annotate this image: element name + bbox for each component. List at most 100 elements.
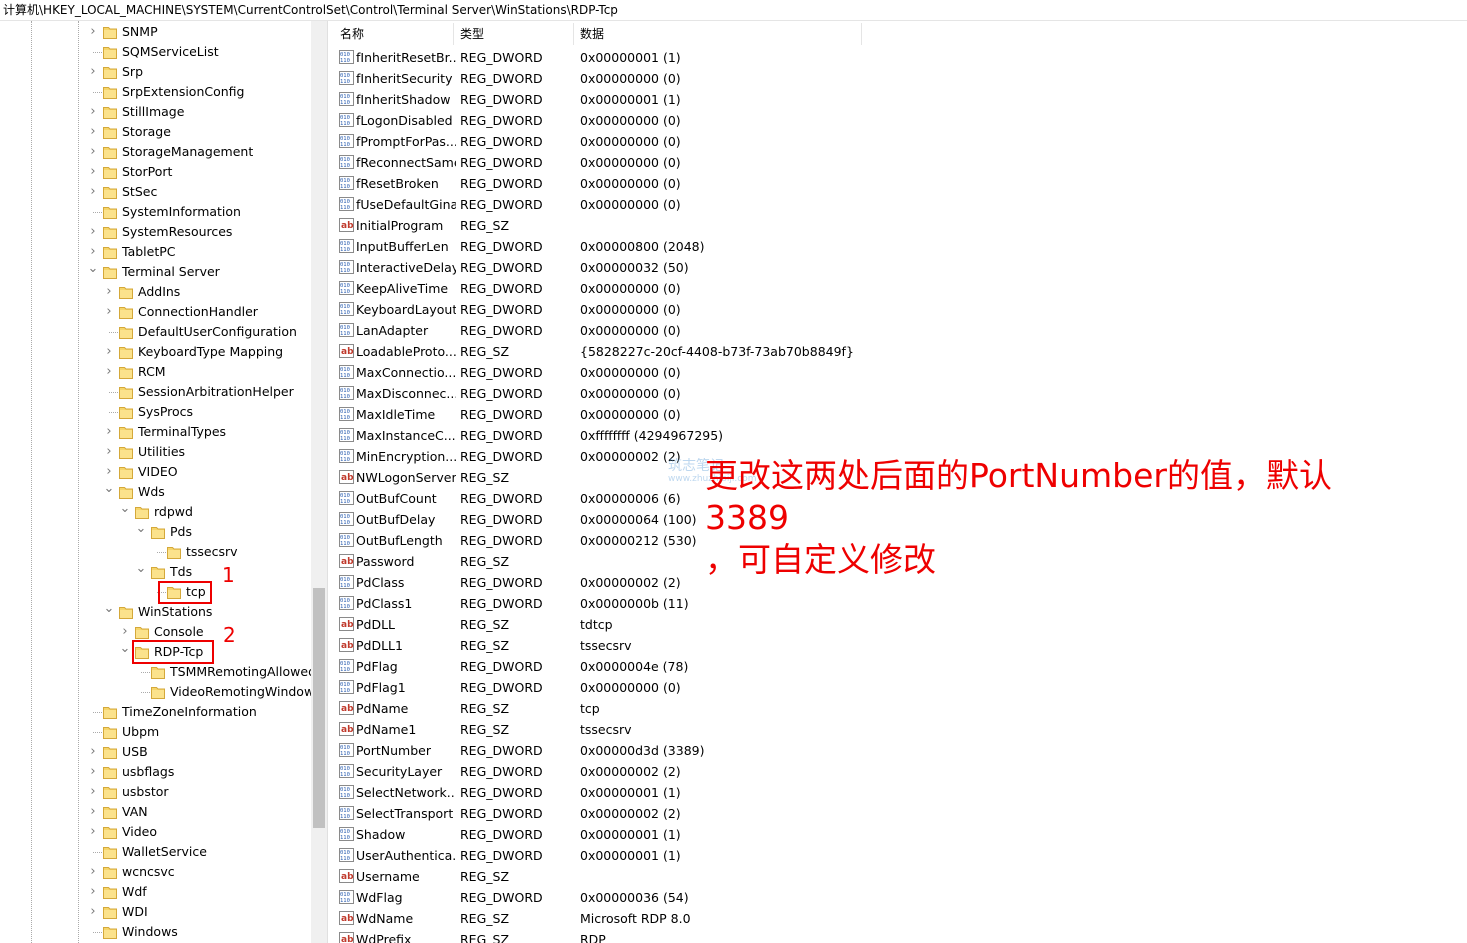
column-separator[interactable] — [453, 23, 454, 45]
tree-node[interactable]: › StorageManagement — [0, 142, 311, 162]
chevron-right-icon[interactable]: › — [103, 442, 115, 462]
value-row[interactable]: ab PdName1 REG_SZ tssecsrv — [333, 719, 1033, 740]
value-row[interactable]: 010 110 PdFlag1 REG_DWORD 0x00000000 (0) — [333, 677, 1033, 698]
chevron-right-icon[interactable]: › — [87, 62, 99, 82]
value-row[interactable]: 010 110 KeyboardLayout REG_DWORD 0x00000000 … — [333, 299, 1033, 320]
chevron-down-icon[interactable]: ⌄ — [135, 562, 147, 582]
tree-node[interactable]: TimeZoneInformation — [0, 702, 311, 722]
value-row[interactable]: 010 110 PdClass1 REG_DWORD 0x0000000b (11) — [333, 593, 1033, 614]
tree-node[interactable]: › KeyboardType Mapping — [0, 342, 311, 362]
tree-node[interactable]: › TerminalTypes — [0, 422, 311, 442]
value-row[interactable]: 010 110 SelectTransport REG_DWORD 0x00000002… — [333, 803, 1033, 824]
tree-node[interactable]: › Video — [0, 822, 311, 842]
column-header-type[interactable]: 类型 — [460, 23, 484, 45]
tree-node[interactable]: › Console — [0, 622, 311, 642]
tree-node[interactable]: SysProcs — [0, 402, 311, 422]
chevron-down-icon[interactable]: ⌄ — [119, 642, 131, 662]
tree-node[interactable]: tcp — [0, 582, 311, 602]
tree-node[interactable]: SessionArbitrationHelper — [0, 382, 311, 402]
tree-node[interactable]: VideoRemotingWindowI — [0, 682, 318, 702]
chevron-right-icon[interactable]: › — [87, 822, 99, 842]
tree-node[interactable]: › TabletPC — [0, 242, 311, 262]
tree-node[interactable]: › RCM — [0, 362, 311, 382]
column-separator[interactable] — [861, 23, 862, 45]
chevron-right-icon[interactable]: › — [87, 762, 99, 782]
tree-node[interactable]: › Wdf — [0, 882, 311, 902]
chevron-right-icon[interactable]: › — [103, 462, 115, 482]
tree-node[interactable]: › StSec — [0, 182, 311, 202]
tree-node[interactable]: Ubpm — [0, 722, 311, 742]
value-row[interactable]: 010 110 SelectNetwork... REG_DWORD 0x0000000… — [333, 782, 1033, 803]
tree-node[interactable]: ⌄ rdpwd — [0, 502, 311, 522]
chevron-right-icon[interactable]: › — [103, 422, 115, 442]
value-row[interactable]: ab PdName REG_SZ tcp — [333, 698, 1033, 719]
value-row[interactable]: 010 110 fPromptForPas... REG_DWORD 0x0000000… — [333, 131, 1033, 152]
chevron-right-icon[interactable]: › — [103, 362, 115, 382]
value-row[interactable]: 010 110 KeepAliveTime REG_DWORD 0x00000000 (… — [333, 278, 1033, 299]
value-row[interactable]: 010 110 PdFlag REG_DWORD 0x0000004e (78) — [333, 656, 1033, 677]
value-row[interactable]: ab InitialProgram REG_SZ — [333, 215, 1033, 236]
value-row[interactable]: 010 110 InputBufferLen REG_DWORD 0x00000800 … — [333, 236, 1033, 257]
value-row[interactable]: ab Username REG_SZ — [333, 866, 1033, 887]
chevron-down-icon[interactable]: ⌄ — [103, 482, 115, 502]
chevron-right-icon[interactable]: › — [87, 162, 99, 182]
tree-node[interactable]: › wcncsvc — [0, 862, 311, 882]
value-row[interactable]: 010 110 fReconnectSame REG_DWORD 0x00000000 … — [333, 152, 1033, 173]
value-row[interactable]: 010 110 fUseDefaultGina REG_DWORD 0x00000000… — [333, 194, 1033, 215]
column-header-name[interactable]: 名称 — [340, 23, 364, 45]
tree-node[interactable]: › Storage — [0, 122, 311, 142]
value-row[interactable]: 010 110 InteractiveDelay REG_DWORD 0x0000003… — [333, 257, 1033, 278]
tree-node[interactable]: ⌄ WinStations — [0, 602, 311, 622]
tree-node[interactable]: ⌄ Pds — [0, 522, 311, 542]
tree-node[interactable]: WalletService — [0, 842, 311, 862]
tree-node[interactable]: › WDI — [0, 902, 311, 922]
value-row[interactable]: 010 110 fInheritSecurity REG_DWORD 0x0000000… — [333, 68, 1033, 89]
tree-node[interactable]: ⌄ Terminal Server — [0, 262, 311, 282]
chevron-down-icon[interactable]: ⌄ — [119, 502, 131, 522]
chevron-down-icon[interactable]: ⌄ — [103, 602, 115, 622]
value-row[interactable]: ab LoadableProto... REG_SZ {5828227c-20cf-4… — [333, 341, 1033, 362]
chevron-down-icon[interactable]: ⌄ — [87, 262, 99, 282]
tree-node[interactable]: tssecsrv — [0, 542, 311, 562]
chevron-right-icon[interactable]: › — [87, 142, 99, 162]
tree-node[interactable]: SystemInformation — [0, 202, 311, 222]
tree-node[interactable]: › usbstor — [0, 782, 311, 802]
chevron-right-icon[interactable]: › — [87, 742, 99, 762]
registry-tree[interactable]: › SNMP SQMServiceList › Srp SrpExtensionConfi… — [0, 21, 328, 943]
tree-node[interactable]: › SNMP — [0, 22, 311, 42]
chevron-right-icon[interactable]: › — [119, 622, 131, 642]
tree-node[interactable]: › VIDEO — [0, 462, 311, 482]
chevron-right-icon[interactable]: › — [87, 102, 99, 122]
tree-node[interactable]: › StorPort — [0, 162, 311, 182]
value-row[interactable]: 010 110 WdFlag REG_DWORD 0x00000036 (54) — [333, 887, 1033, 908]
column-separator[interactable] — [573, 23, 574, 45]
chevron-right-icon[interactable]: › — [87, 182, 99, 202]
chevron-right-icon[interactable]: › — [87, 222, 99, 242]
tree-node[interactable]: SQMServiceList — [0, 42, 311, 62]
value-row[interactable]: 010 110 UserAuthentica... REG_DWORD 0x000000… — [333, 845, 1033, 866]
value-row[interactable]: 010 110 fLogonDisabled REG_DWORD 0x00000000 … — [333, 110, 1033, 131]
value-row[interactable]: ab PdDLL REG_SZ tdtcp — [333, 614, 1033, 635]
tree-node[interactable]: › AddIns — [0, 282, 311, 302]
chevron-right-icon[interactable]: › — [87, 22, 99, 42]
tree-node[interactable]: › usbflags — [0, 762, 311, 782]
value-row[interactable]: 010 110 fResetBroken REG_DWORD 0x00000000 (0… — [333, 173, 1033, 194]
tree-node[interactable]: › Srp — [0, 62, 311, 82]
value-row[interactable]: 010 110 PortNumber REG_DWORD 0x00000d3d (338… — [333, 740, 1033, 761]
chevron-right-icon[interactable]: › — [87, 882, 99, 902]
chevron-right-icon[interactable]: › — [103, 282, 115, 302]
value-row[interactable]: 010 110 fInheritShadow REG_DWORD 0x00000001 … — [333, 89, 1033, 110]
chevron-down-icon[interactable]: ⌄ — [135, 522, 147, 542]
tree-scrollbar-thumb[interactable] — [313, 588, 325, 828]
value-row[interactable]: 010 110 fInheritResetBr... REG_DWORD 0x00000… — [333, 47, 1033, 68]
value-row[interactable]: 010 110 MaxConnectio... REG_DWORD 0x00000000… — [333, 362, 1033, 383]
value-row[interactable]: 010 110 LanAdapter REG_DWORD 0x00000000 (0) — [333, 320, 1033, 341]
chevron-right-icon[interactable]: › — [87, 802, 99, 822]
tree-node[interactable]: DefaultUserConfiguration — [0, 322, 311, 342]
tree-node[interactable]: SrpExtensionConfig — [0, 82, 311, 102]
value-row[interactable]: 010 110 MaxInstanceC... REG_DWORD 0xffffffff… — [333, 425, 1033, 446]
chevron-right-icon[interactable]: › — [87, 862, 99, 882]
value-row[interactable]: 010 110 Shadow REG_DWORD 0x00000001 (1) — [333, 824, 1033, 845]
value-row[interactable]: ab WdName REG_SZ Microsoft RDP 8.0 — [333, 908, 1033, 929]
value-row[interactable]: ab PdDLL1 REG_SZ tssecsrv — [333, 635, 1033, 656]
